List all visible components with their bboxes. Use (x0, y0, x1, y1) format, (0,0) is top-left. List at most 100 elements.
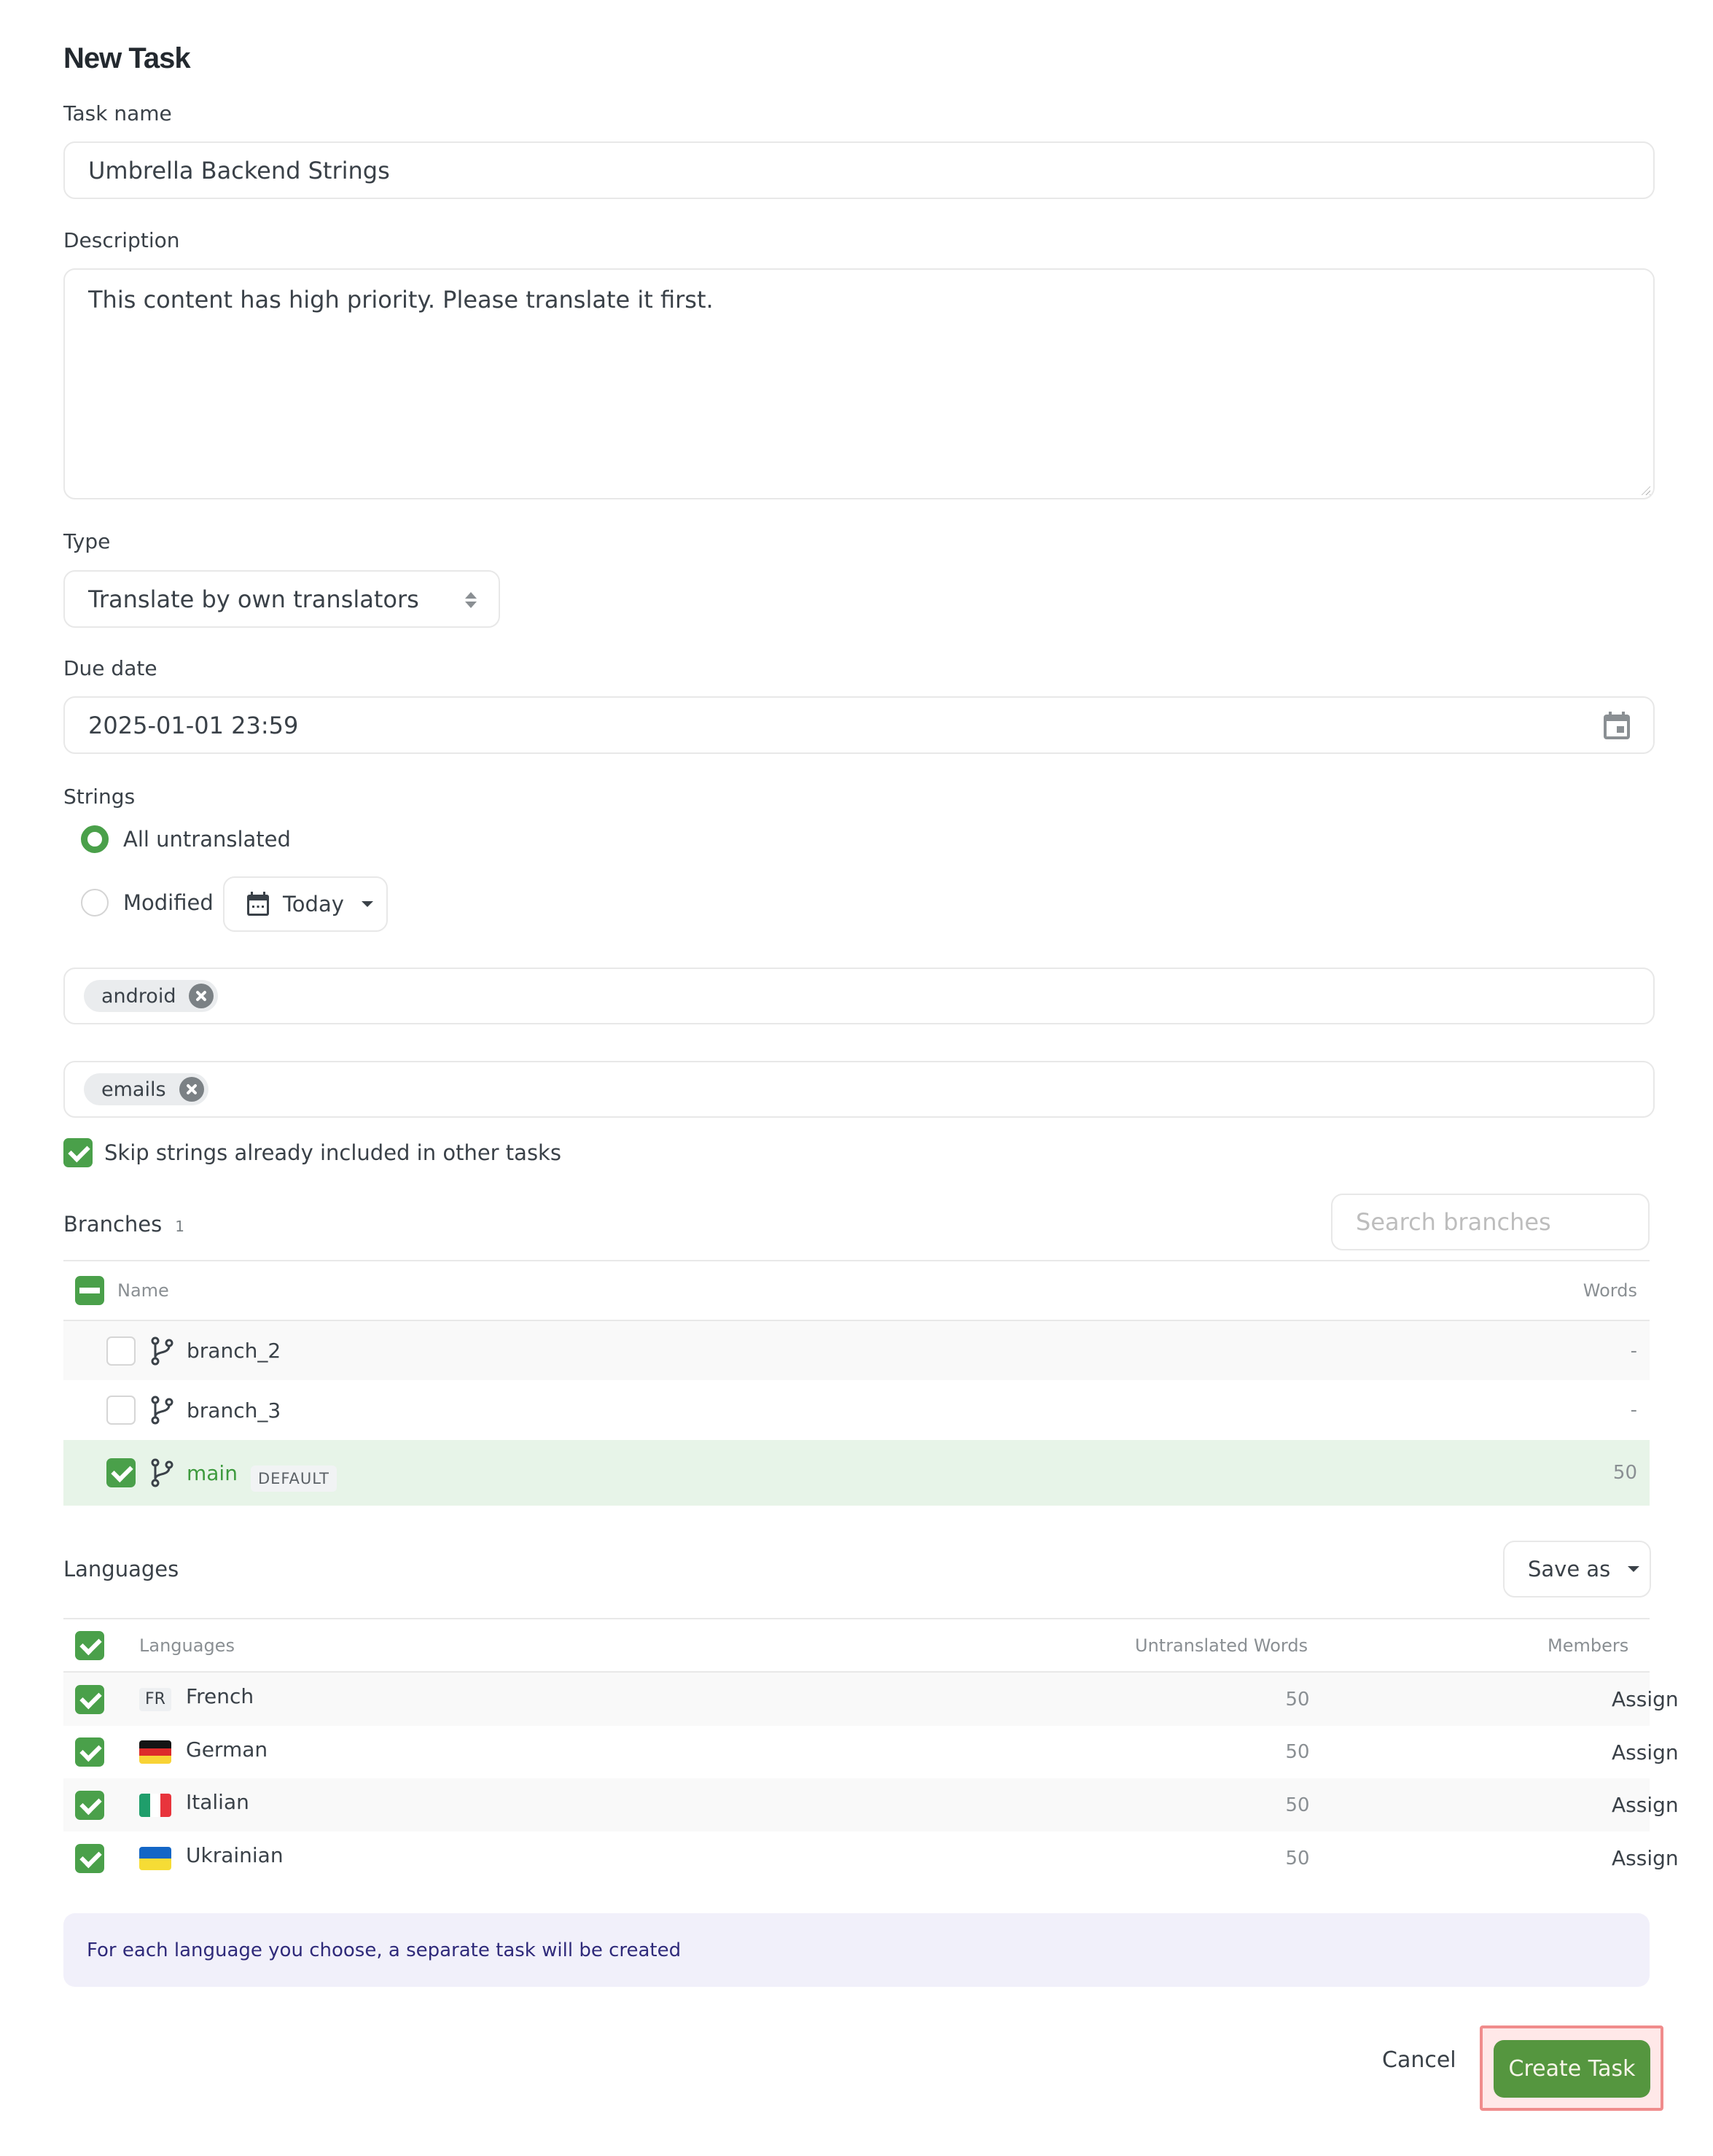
column-untranslated-words: Untranslated Words (1135, 1635, 1308, 1656)
exclude-label-input[interactable]: emails (63, 1061, 1655, 1118)
due-date-input[interactable]: 2025-01-01 23:59 (63, 696, 1655, 754)
languages-table-header: Languages Untranslated Words Members (63, 1619, 1650, 1672)
radio-unselected[interactable] (81, 889, 109, 917)
assign-link[interactable]: Assign (1612, 1846, 1679, 1870)
language-checkbox[interactable] (75, 1790, 104, 1820)
branches-title: Branches (63, 1212, 163, 1237)
language-row: German 50 Assign (63, 1726, 1679, 1778)
branch-checkbox[interactable] (106, 1336, 136, 1366)
branches-count: 1 (175, 1218, 184, 1235)
calendar-icon (247, 892, 269, 916)
branch-words: 50 (1612, 1462, 1637, 1484)
git-branch-icon (151, 1396, 173, 1425)
create-task-button[interactable]: Create Task (1494, 2040, 1650, 2098)
branches-header: Branches 1 (63, 1212, 184, 1237)
caret-down-icon (361, 901, 373, 907)
language-checkbox[interactable] (75, 1737, 104, 1767)
default-badge: DEFAULT (250, 1466, 337, 1492)
select-all-languages-checkbox[interactable] (75, 1631, 104, 1660)
search-branches-input[interactable]: Search branches (1331, 1194, 1650, 1250)
info-banner: For each language you choose, a separate… (63, 1913, 1650, 1987)
label-tag: emails (84, 1073, 208, 1105)
strings-label: Strings (63, 785, 136, 809)
column-name: Name (117, 1280, 169, 1301)
untranslated-words: 50 (1285, 1688, 1310, 1711)
task-name-label: Task name (63, 101, 172, 125)
page-title: New Task (63, 42, 191, 74)
remove-tag-icon[interactable] (179, 1077, 204, 1102)
branch-row[interactable]: branch_2 - (63, 1321, 1650, 1380)
sort-updown-icon (465, 592, 477, 608)
language-name: German (186, 1737, 268, 1762)
branch-name: branch_2 (187, 1339, 281, 1363)
skip-strings-checkbox-row[interactable]: Skip strings already included in other t… (63, 1138, 561, 1167)
label-filter-input[interactable]: android (63, 968, 1655, 1024)
create-task-label: Create Task (1508, 2056, 1636, 2082)
language-checkbox[interactable] (75, 1684, 104, 1714)
branch-words: - (1630, 1339, 1637, 1362)
git-branch-icon (151, 1336, 173, 1365)
search-branches-placeholder: Search branches (1356, 1208, 1551, 1236)
git-branch-icon (151, 1458, 173, 1487)
label-tag-text: android (101, 984, 176, 1008)
due-date-value: 2025-01-01 23:59 (88, 711, 299, 739)
label-tag: android (84, 980, 219, 1012)
assign-link[interactable]: Assign (1612, 1793, 1679, 1817)
flag-ua-icon (139, 1846, 171, 1870)
remove-tag-icon[interactable] (189, 984, 214, 1008)
untranslated-words: 50 (1285, 1794, 1310, 1816)
task-name-value: Umbrella Backend Strings (88, 156, 390, 184)
untranslated-words: 50 (1285, 1741, 1310, 1763)
languages-title: Languages (63, 1557, 179, 1581)
save-as-label: Save as (1528, 1557, 1611, 1581)
flag-it-icon (139, 1793, 171, 1817)
type-selected-value: Translate by own translators (88, 585, 419, 613)
info-message: For each language you choose, a separate… (87, 1939, 682, 1961)
assign-link[interactable]: Assign (1612, 1687, 1679, 1711)
save-as-dropdown[interactable]: Save as (1503, 1541, 1651, 1597)
type-select[interactable]: Translate by own translators (63, 570, 500, 628)
cancel-button[interactable]: Cancel (1382, 2047, 1456, 2073)
calendar-icon[interactable] (1604, 712, 1630, 739)
task-name-input[interactable]: Umbrella Backend Strings (63, 141, 1655, 199)
column-languages: Languages (139, 1635, 235, 1656)
due-date-label: Due date (63, 656, 157, 680)
description-label: Description (63, 228, 180, 252)
language-name: Italian (186, 1790, 249, 1814)
assign-link[interactable]: Assign (1612, 1740, 1679, 1764)
branch-checkbox[interactable] (106, 1396, 136, 1425)
radio-all-untranslated[interactable]: All untranslated (81, 825, 291, 853)
radio-modified[interactable]: Modified (81, 889, 214, 917)
column-words: Words (1583, 1280, 1637, 1301)
modified-range-value: Today (283, 892, 344, 917)
branch-row-selected[interactable]: main DEFAULT 50 (63, 1440, 1650, 1506)
flag-de-icon (139, 1740, 171, 1764)
radio-modified-label: Modified (123, 890, 214, 915)
type-label: Type (63, 529, 111, 553)
description-textarea[interactable]: This content has high priority. Please t… (63, 268, 1655, 499)
resize-handle[interactable] (1640, 485, 1650, 495)
language-row: Ukrainian 50 Assign (63, 1832, 1679, 1885)
branches-table-header: Name Words (63, 1261, 1650, 1320)
branch-name: main (187, 1460, 238, 1485)
radio-selected[interactable] (81, 825, 109, 853)
select-all-branches-checkbox[interactable] (75, 1276, 104, 1305)
label-tag-text: emails (101, 1078, 166, 1101)
radio-all-untranslated-label: All untranslated (123, 827, 291, 852)
flag-fr-icon: FR (139, 1687, 171, 1711)
modified-range-dropdown[interactable]: Today (223, 876, 388, 932)
language-checkbox[interactable] (75, 1843, 104, 1873)
language-name: Ukrainian (186, 1843, 284, 1867)
branch-words: - (1630, 1399, 1637, 1421)
skip-strings-checkbox[interactable] (63, 1138, 93, 1167)
language-name: French (186, 1684, 254, 1708)
caret-down-icon (1628, 1566, 1640, 1572)
skip-strings-label: Skip strings already included in other t… (104, 1140, 561, 1165)
column-members: Members (1548, 1635, 1629, 1656)
description-value: This content has high priority. Please t… (88, 286, 714, 314)
branch-checkbox[interactable] (106, 1458, 136, 1487)
branch-name: branch_3 (187, 1398, 281, 1423)
untranslated-words: 50 (1285, 1847, 1310, 1869)
branch-row[interactable]: branch_3 - (63, 1380, 1650, 1440)
language-row: FR French 50 Assign (63, 1673, 1679, 1726)
